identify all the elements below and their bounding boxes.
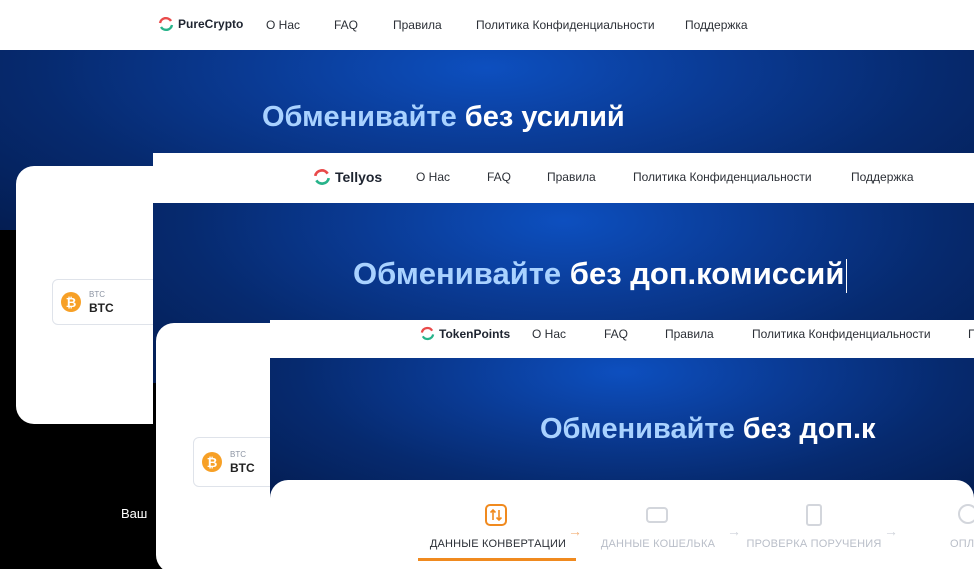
nav-privacy[interactable]: Политика Конфиденциальности <box>752 327 931 341</box>
hero-headline: Обменивайте без усилий <box>262 101 625 134</box>
window-tokenpoints: TokenPoints О Нас FAQ Правила Политика К… <box>270 320 974 569</box>
swap-icon <box>485 504 507 526</box>
footer-text: Ваш <box>121 506 148 521</box>
headline-highlight: Обменивайте <box>262 101 457 133</box>
headline-rest: без доп.комиссий <box>561 256 845 291</box>
nav-about[interactable]: О Нас <box>266 18 300 32</box>
step-order-check[interactable]: ПРОВЕРКА ПОРУЧЕНИЯ <box>744 500 884 560</box>
headline-highlight: Обменивайте <box>540 413 735 445</box>
navbar: TokenPoints О Нас FAQ Правила Политика К… <box>270 320 974 358</box>
nav-support[interactable]: Поддержка <box>851 170 914 184</box>
exchange-icon <box>420 326 435 341</box>
brand-name: TokenPoints <box>439 326 511 341</box>
step-arrow-icon: → <box>884 523 898 539</box>
step-payment[interactable]: ОПЛА <box>930 500 974 560</box>
navbar: PureCrypto О Нас FAQ Правила Политика Ко… <box>0 0 974 50</box>
step-label: ОПЛА <box>950 538 974 550</box>
nav-faq[interactable]: FAQ <box>604 327 628 341</box>
step-label: ПРОВЕРКА ПОРУЧЕНИЯ <box>746 538 882 550</box>
nav-rules[interactable]: Правила <box>665 327 714 341</box>
coin-select-btc[interactable]: ₿ BTC BTC <box>52 279 164 325</box>
brand-logo[interactable]: TokenPoints <box>420 326 510 341</box>
bitcoin-icon: ₿ <box>202 452 222 472</box>
exchange-icon <box>313 169 331 185</box>
step-arrow-icon: → <box>727 523 741 539</box>
bitcoin-icon: ₿ <box>61 292 81 312</box>
nav-about[interactable]: О Нас <box>416 170 450 184</box>
nav-support[interactable]: Поддержка <box>685 18 748 32</box>
brand-name: PureCrypto <box>178 17 244 31</box>
headline-rest: без усилий <box>456 101 625 133</box>
nav-about[interactable]: О Нас <box>532 327 566 341</box>
wallet-icon <box>646 507 668 523</box>
exchange-icon <box>158 16 174 32</box>
coin-ticker-small: BTC <box>89 289 105 299</box>
coin-ticker: BTC <box>230 460 255 475</box>
step-label: ДАННЫЕ КОШЕЛЬКА <box>600 538 716 550</box>
text-cursor <box>846 258 848 293</box>
nav-faq[interactable]: FAQ <box>334 18 358 32</box>
step-arrow-icon: → <box>568 523 582 539</box>
step-wallet-data[interactable]: ДАННЫЕ КОШЕЛЬКА <box>588 500 728 560</box>
hero-headline: Обменивайте без доп.комиссий <box>353 256 848 293</box>
badge-icon <box>958 504 974 524</box>
headline-highlight: Обменивайте <box>353 256 562 291</box>
brand-logo[interactable]: Tellyos <box>313 168 382 186</box>
nav-privacy[interactable]: Политика Конфиденциальности <box>633 170 812 184</box>
nav-support[interactable]: П <box>968 327 974 341</box>
navbar: Tellyos О Нас FAQ Правила Политика Конфи… <box>153 153 974 203</box>
coin-ticker-small: BTC <box>230 449 246 459</box>
nav-faq[interactable]: FAQ <box>487 170 511 184</box>
headline-rest: без доп.к <box>734 413 876 445</box>
active-step-underline <box>418 558 576 561</box>
nav-rules[interactable]: Правила <box>393 18 442 32</box>
brand-logo[interactable]: PureCrypto <box>158 16 243 32</box>
step-label: ДАННЫЕ КОНВЕРТАЦИИ <box>429 538 567 550</box>
brand-name: Tellyos <box>335 169 383 185</box>
hero-headline: Обменивайте без доп.к <box>540 413 876 446</box>
nav-privacy[interactable]: Политика Конфиденциальности <box>476 18 655 32</box>
coin-ticker: BTC <box>89 300 114 315</box>
step-conversion-data[interactable]: ДАННЫЕ КОНВЕРТАЦИИ <box>418 500 578 561</box>
document-icon <box>806 504 822 526</box>
conversion-steps-card: ДАННЫЕ КОНВЕРТАЦИИ → ДАННЫЕ КОШЕЛЬКА → П… <box>270 480 974 569</box>
nav-rules[interactable]: Правила <box>547 170 596 184</box>
